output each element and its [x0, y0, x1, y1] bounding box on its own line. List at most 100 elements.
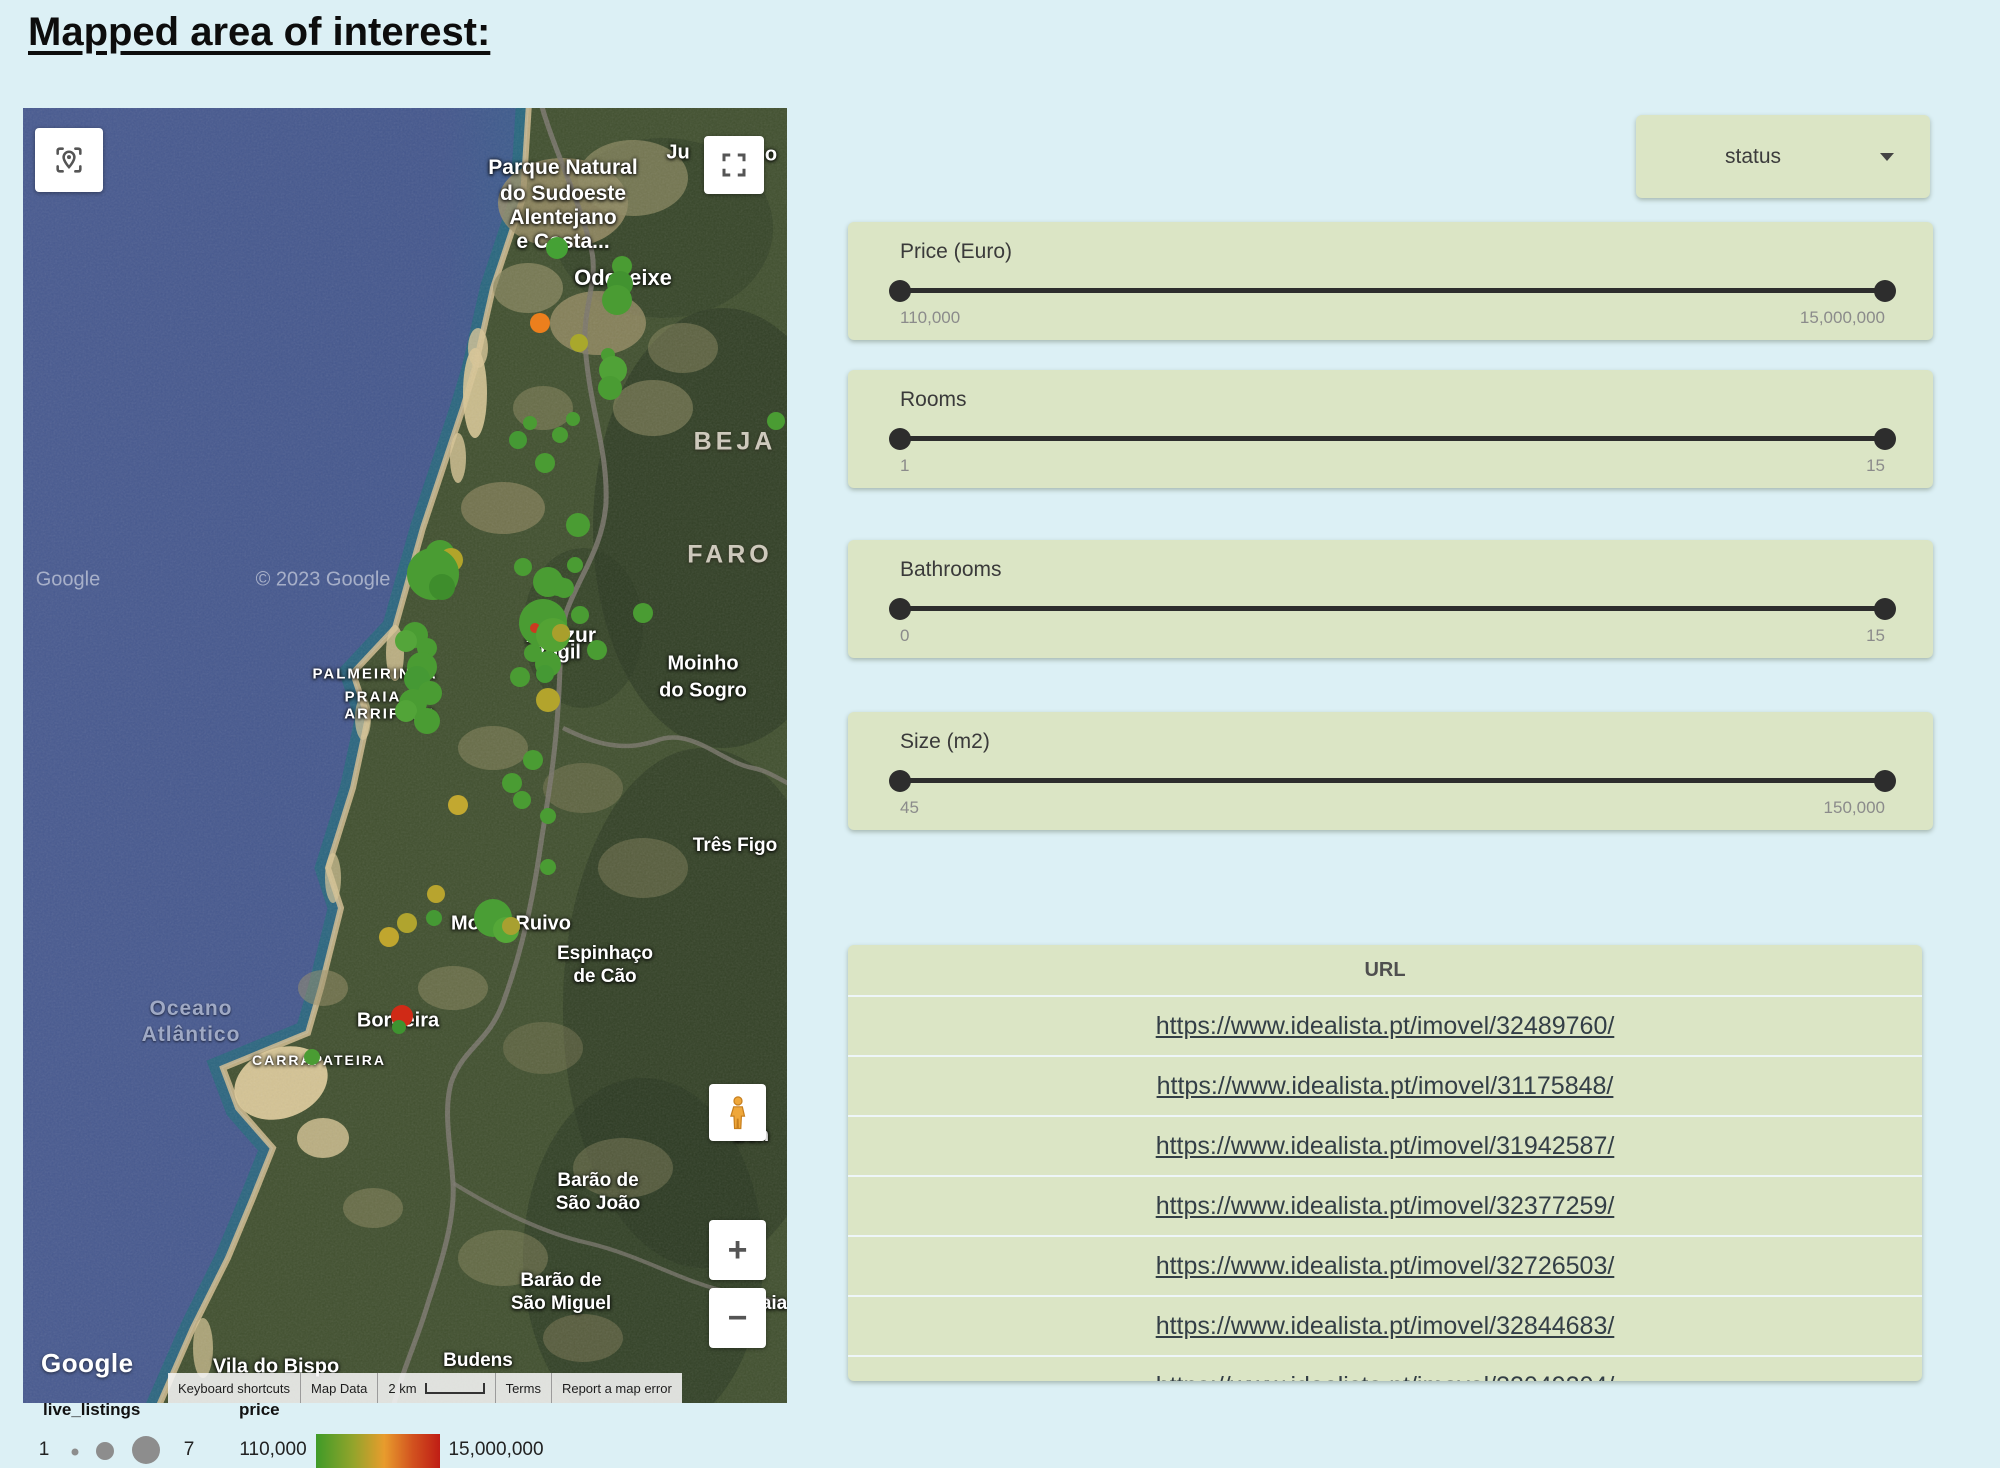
listing-dot[interactable] [598, 376, 622, 400]
listing-dot[interactable] [502, 917, 520, 935]
table-row[interactable]: https://www.idealista.pt/imovel/32726503… [848, 1235, 1922, 1295]
listing-dot[interactable] [514, 558, 532, 576]
rooms-slider-min-value: 1 [900, 456, 909, 476]
listing-link[interactable]: https://www.idealista.pt/imovel/31175848… [1157, 1072, 1614, 1101]
rooms-slider-max-handle[interactable] [1874, 428, 1896, 450]
listing-dot[interactable] [395, 630, 417, 652]
listing-dot[interactable] [502, 773, 522, 793]
listing-dot[interactable] [570, 334, 588, 352]
listing-link[interactable]: https://www.idealista.pt/imovel/32377259… [1156, 1192, 1615, 1221]
listing-dot[interactable] [448, 795, 468, 815]
listing-dot[interactable] [536, 688, 560, 712]
listing-dot[interactable] [540, 859, 556, 875]
map-place-label: © 2023 Google [256, 569, 391, 592]
listing-dot[interactable] [427, 885, 445, 903]
listing-dot[interactable] [536, 665, 554, 683]
price-slider-max-handle[interactable] [1874, 280, 1896, 302]
listing-dot[interactable] [535, 453, 555, 473]
plus-icon: + [728, 1233, 748, 1267]
url-table-header: URL [848, 945, 1922, 995]
table-row[interactable]: https://www.idealista.pt/imovel/32844683… [848, 1295, 1922, 1355]
price-slider-track[interactable] [900, 288, 1885, 293]
rooms-slider-panel: Rooms 1 15 [848, 370, 1933, 488]
listing-dot[interactable] [524, 644, 542, 662]
listing-dot[interactable] [566, 513, 590, 537]
map-place-label: FARO [687, 541, 772, 570]
legend-dot-medium [96, 1442, 114, 1460]
listing-link[interactable]: https://www.idealista.pt/imovel/32726503… [1156, 1252, 1615, 1281]
rooms-slider-min-handle[interactable] [889, 428, 911, 450]
table-row[interactable]: https://www.idealista.pt/imovel/32049204… [848, 1355, 1922, 1381]
bathrooms-slider-track[interactable] [900, 606, 1885, 611]
legend: live_listings 1 7 price 110,000 15,000,0… [0, 1400, 600, 1468]
map-place-label: do Sogro [659, 680, 747, 703]
table-row[interactable]: https://www.idealista.pt/imovel/32377259… [848, 1175, 1922, 1235]
size-slider-min-value: 45 [900, 798, 919, 818]
listing-dot[interactable] [530, 313, 550, 333]
zoom-in-button[interactable]: + [709, 1220, 766, 1280]
legend-dot-small [72, 1449, 79, 1456]
listing-dot[interactable] [571, 606, 589, 624]
listing-dot[interactable] [304, 1049, 320, 1065]
rooms-slider-track[interactable] [900, 436, 1885, 441]
listing-link[interactable]: https://www.idealista.pt/imovel/32049204… [1156, 1372, 1615, 1382]
listing-link[interactable]: https://www.idealista.pt/imovel/32844683… [1156, 1312, 1615, 1341]
show-pin-button[interactable] [35, 128, 103, 192]
listing-dot[interactable] [552, 427, 568, 443]
listing-dot[interactable] [602, 285, 632, 315]
zoom-out-button[interactable]: − [709, 1288, 766, 1348]
listing-dot[interactable] [633, 603, 653, 623]
map-place-label: Três Figo [693, 835, 777, 857]
listing-dot[interactable] [509, 431, 527, 449]
listing-dot[interactable] [767, 412, 785, 430]
map[interactable]: Parque Naturaldo SudoesteAlentejanoe Cos… [23, 108, 787, 1403]
fullscreen-button[interactable] [704, 136, 764, 194]
table-row[interactable]: https://www.idealista.pt/imovel/31175848… [848, 1055, 1922, 1115]
listing-dot[interactable] [566, 412, 580, 426]
terms-link[interactable]: Terms [495, 1373, 551, 1403]
map-place-label: do Sudoeste [500, 182, 626, 206]
listing-dot[interactable] [523, 750, 543, 770]
map-attribution-bar: Keyboard shortcuts Map Data 2 km Terms R… [168, 1373, 787, 1403]
map-place-label: Moinho [667, 653, 738, 676]
listing-dot[interactable] [567, 557, 583, 573]
size-slider-min-handle[interactable] [889, 770, 911, 792]
listing-dot[interactable] [554, 578, 574, 598]
listing-dot[interactable] [513, 791, 531, 809]
listing-dot[interactable] [397, 913, 417, 933]
bathrooms-slider-max-handle[interactable] [1874, 598, 1896, 620]
price-slider-max-value: 15,000,000 [1800, 308, 1885, 328]
map-data-link[interactable]: Map Data [300, 1373, 377, 1403]
listing-dot[interactable] [552, 624, 570, 642]
minus-icon: − [728, 1301, 748, 1335]
pegman-button[interactable] [709, 1084, 766, 1141]
listing-dot[interactable] [523, 416, 537, 430]
listing-link[interactable]: https://www.idealista.pt/imovel/32489760… [1156, 1012, 1615, 1041]
listing-link[interactable]: https://www.idealista.pt/imovel/31942587… [1156, 1132, 1615, 1161]
table-row[interactable]: https://www.idealista.pt/imovel/32489760… [848, 995, 1922, 1055]
table-row[interactable]: https://www.idealista.pt/imovel/31942587… [848, 1115, 1922, 1175]
listing-dot[interactable] [587, 640, 607, 660]
satellite-basemap [23, 108, 787, 1403]
bathrooms-slider-min-handle[interactable] [889, 598, 911, 620]
listing-dot[interactable] [414, 708, 440, 734]
map-place-label: Ju [666, 142, 689, 165]
price-slider-min-handle[interactable] [889, 280, 911, 302]
google-logo[interactable]: Google [41, 1348, 134, 1379]
map-place-label: São João [556, 1193, 640, 1215]
listing-dot[interactable] [379, 927, 399, 947]
listing-dot[interactable] [392, 1020, 406, 1034]
size-slider-max-handle[interactable] [1874, 770, 1896, 792]
listing-dot[interactable] [429, 574, 455, 600]
price-slider-panel: Price (Euro) 110,000 15,000,000 [848, 222, 1933, 340]
size-slider-track[interactable] [900, 778, 1885, 783]
status-dropdown[interactable]: status [1636, 115, 1930, 198]
listing-dot[interactable] [546, 237, 568, 259]
fullscreen-icon [719, 150, 749, 180]
map-place-label: Oceano [149, 997, 232, 1021]
listing-dot[interactable] [540, 808, 556, 824]
listing-dot[interactable] [510, 667, 530, 687]
report-map-error-link[interactable]: Report a map error [551, 1373, 682, 1403]
listing-dot[interactable] [426, 910, 442, 926]
keyboard-shortcuts-link[interactable]: Keyboard shortcuts [168, 1373, 300, 1403]
